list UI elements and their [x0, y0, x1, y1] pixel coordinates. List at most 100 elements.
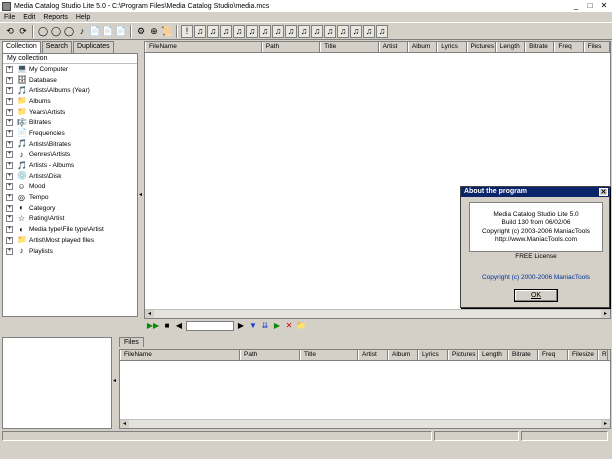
toolbar-ext-button-14[interactable]: ♫ — [363, 24, 375, 38]
menu-edit[interactable]: Edit — [19, 14, 39, 21]
tree-item[interactable]: + ◐ Category — [3, 203, 137, 214]
toolbar-button-1[interactable]: ⟳ — [17, 25, 29, 38]
column-header[interactable]: FileName — [120, 350, 240, 360]
expand-icon[interactable]: + — [6, 226, 13, 234]
column-header[interactable]: Files — [583, 42, 610, 52]
column-header[interactable]: Album — [388, 350, 418, 360]
expand-icon[interactable]: + — [6, 65, 13, 73]
scroll-left-icon[interactable]: ◂ — [145, 309, 154, 318]
tree-item[interactable]: + ♪ Genres\Artists — [3, 150, 137, 161]
expand-icon[interactable]: + — [6, 151, 13, 159]
column-header[interactable]: Filesize — [568, 350, 598, 360]
tab-files[interactable]: Files — [119, 337, 144, 347]
toolbar-button-2[interactable]: ◯ — [37, 25, 49, 38]
position-slider[interactable] — [186, 321, 234, 331]
dialog-close-icon[interactable]: ✕ — [599, 188, 608, 196]
expand-icon[interactable]: + — [6, 108, 13, 116]
play-button[interactable]: ▶ — [272, 321, 282, 331]
tab-collection[interactable]: Collection — [2, 41, 41, 53]
toolbar-button-9[interactable]: ⚙ — [135, 25, 147, 38]
minimize-button[interactable]: _ — [570, 1, 582, 11]
toolbar-button-6[interactable]: 📄 — [89, 25, 101, 38]
play-all-button[interactable]: ▶▶ — [146, 321, 160, 331]
column-header[interactable]: Album — [407, 42, 438, 52]
move-down-button[interactable]: ▼ — [248, 321, 258, 331]
expand-icon[interactable]: + — [6, 129, 13, 137]
toolbar-ext-button-11[interactable]: ♫ — [324, 24, 336, 38]
files-scroll-left-icon[interactable]: ◂ — [120, 419, 129, 428]
collection-tree[interactable]: My collection + 💻 My Computer + 🗄 Database + 🎵 A… — [2, 53, 138, 317]
expand-icon[interactable]: + — [6, 247, 13, 255]
expand-icon[interactable]: + — [6, 87, 13, 95]
expand-icon[interactable]: + — [6, 236, 13, 244]
menu-reports[interactable]: Reports — [39, 14, 72, 21]
prev-button[interactable]: ◀ — [174, 321, 184, 331]
expand-icon[interactable]: + — [6, 76, 13, 84]
scroll-right-icon[interactable]: ▸ — [601, 309, 610, 318]
expand-icon[interactable]: + — [6, 162, 13, 170]
column-header[interactable]: Length — [495, 42, 526, 52]
bottom-splitter[interactable]: ◂ — [112, 337, 119, 429]
toolbar-ext-button-12[interactable]: ♫ — [337, 24, 349, 38]
toolbar-button-5[interactable]: ♪ — [76, 25, 88, 38]
delete-button[interactable]: ✕ — [284, 321, 294, 331]
column-header[interactable]: Title — [320, 42, 379, 52]
tree-item[interactable]: + 📁 Albums — [3, 96, 137, 107]
main-horizontal-scrollbar[interactable]: ◂ ▸ — [145, 309, 610, 318]
toolbar-button-11[interactable]: 📜 — [161, 25, 173, 38]
toolbar-ext-button-4[interactable]: ♫ — [233, 24, 245, 38]
column-header[interactable]: Pictures — [466, 42, 496, 52]
toolbar-ext-button-1[interactable]: ♫ — [194, 24, 206, 38]
column-header[interactable]: FileName — [145, 42, 262, 52]
tree-item[interactable]: + ◎ Tempo — [3, 192, 137, 203]
expand-icon[interactable]: + — [6, 172, 13, 180]
column-header[interactable]: Path — [261, 42, 321, 52]
column-header[interactable]: Lyrics — [437, 42, 467, 52]
toolbar-ext-button-9[interactable]: ♫ — [298, 24, 310, 38]
close-button[interactable]: ✕ — [598, 1, 610, 11]
column-header[interactable]: Artist — [358, 350, 388, 360]
toolbar-button-3[interactable]: ◯ — [50, 25, 62, 38]
toolbar-ext-button-8[interactable]: ♫ — [285, 24, 297, 38]
toolbar-ext-button-7[interactable]: ♫ — [272, 24, 284, 38]
tree-item[interactable]: + 🎵 Artists - Albums — [3, 160, 137, 171]
tree-root[interactable]: My collection — [3, 54, 137, 64]
toolbar-ext-button-13[interactable]: ♫ — [350, 24, 362, 38]
website-link[interactable]: http://www.ManiacTools.com — [495, 236, 577, 244]
column-header[interactable]: Title — [300, 350, 358, 360]
next-button[interactable]: ▶ — [236, 321, 246, 331]
toolbar-ext-button-5[interactable]: ♫ — [246, 24, 258, 38]
column-header[interactable]: Lyrics — [418, 350, 448, 360]
stop-button[interactable]: ■ — [162, 321, 172, 331]
column-header[interactable]: Freq — [538, 350, 568, 360]
tab-duplicates[interactable]: Duplicates — [72, 41, 114, 53]
tree-item[interactable]: + 🎼 Bitrates — [3, 117, 137, 128]
tree-item[interactable]: + ♪ Playlists — [3, 246, 137, 257]
tree-item[interactable]: + 🎵 Artists\Albums (Year) — [3, 85, 137, 96]
column-header[interactable]: Bitrate — [525, 42, 555, 52]
tree-item[interactable]: + ☺ Mood — [3, 182, 137, 193]
toolbar-button-8[interactable]: 📄 — [115, 25, 127, 38]
column-header[interactable]: Artist — [378, 42, 408, 52]
folder-button[interactable]: 📁 — [296, 321, 306, 331]
tree-item[interactable]: + 📄 Frequencies — [3, 128, 137, 139]
toolbar-button-0[interactable]: ⟲ — [4, 25, 16, 38]
tab-search[interactable]: Search — [41, 41, 72, 53]
maximize-button[interactable]: □ — [584, 1, 596, 11]
toolbar-ext-button-6[interactable]: ♫ — [259, 24, 271, 38]
ok-button[interactable]: OK — [514, 289, 558, 302]
move-bottom-button[interactable]: ⇊ — [260, 321, 270, 331]
toolbar-ext-button-0[interactable]: ! — [181, 24, 193, 38]
toolbar-ext-button-15[interactable]: ♫ — [376, 24, 388, 38]
expand-icon[interactable]: + — [6, 215, 13, 223]
menu-file[interactable]: File — [0, 14, 19, 21]
expand-icon[interactable]: + — [6, 194, 13, 202]
tree-item[interactable]: + 📁 Years\Artists — [3, 107, 137, 118]
expand-icon[interactable]: + — [6, 97, 13, 105]
tree-item[interactable]: + 💻 My Computer — [3, 64, 137, 75]
column-header[interactable]: Length — [478, 350, 508, 360]
files-list[interactable]: FileName Path Title Artist Album Lyrics Pictur… — [119, 349, 611, 429]
tree-item[interactable]: + ◐ Media type\File type\Artist — [3, 224, 137, 235]
column-header[interactable]: Pictures — [448, 350, 478, 360]
toolbar-button-4[interactable]: ◯ — [63, 25, 75, 38]
